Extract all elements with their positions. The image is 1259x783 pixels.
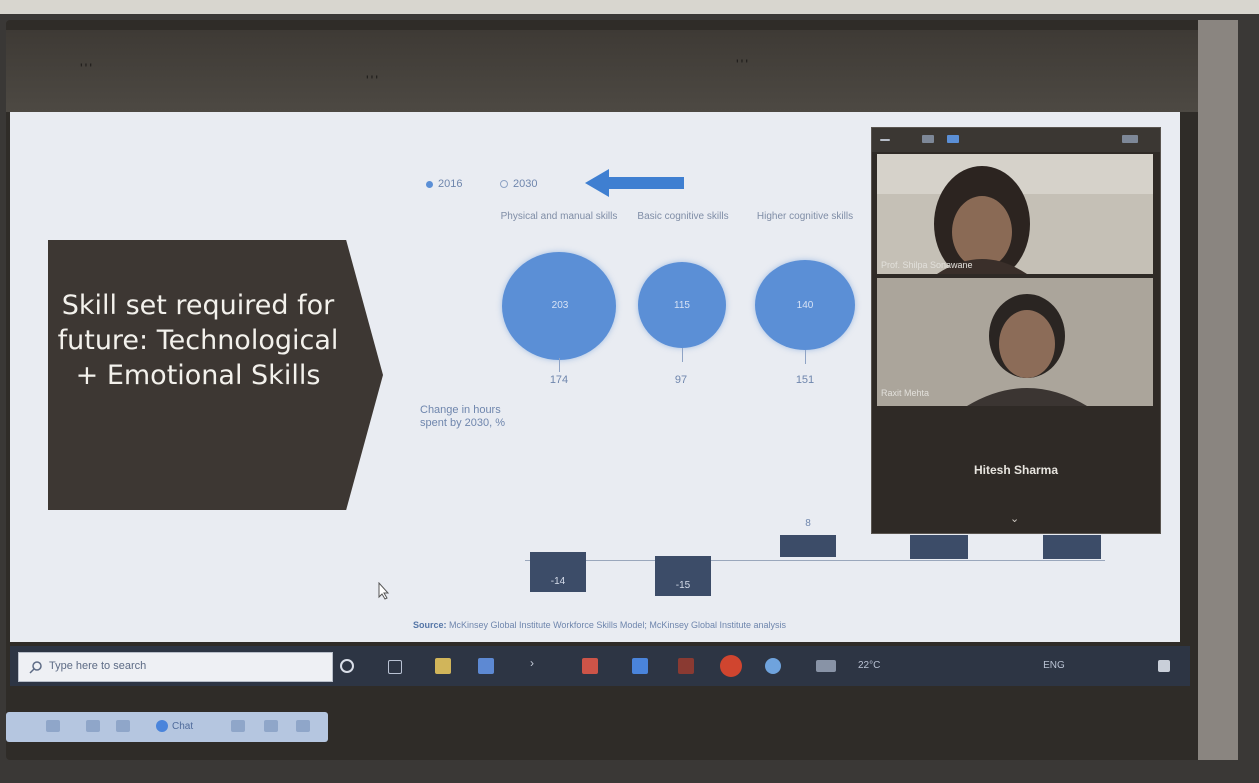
chat-label[interactable]: Chat [172,721,193,732]
chat-icon[interactable] [156,720,168,732]
legend-item-future: 2030 [500,178,537,190]
minimize-icon[interactable] [880,139,890,141]
participant-name: Raxit Mehta [881,388,930,398]
value-2030: 174 [549,374,569,386]
weather-icon[interactable] [816,660,836,672]
video-panel-toolbar [872,128,1160,152]
zoom-icon[interactable] [632,658,648,674]
participant-video [877,278,1153,406]
view-icon[interactable] [922,135,934,143]
bubble-stem [559,358,560,372]
system-tray[interactable]: 22°C ENG [858,660,1065,671]
bar-hidden [910,535,968,559]
legend-label: 2016 [438,178,463,190]
hollow-dot-icon [500,180,508,189]
windows-taskbar: Type here to search › 22°C ENG [10,646,1190,686]
zoom-control-icon[interactable] [296,720,310,732]
zoom-control-icon[interactable] [116,720,130,732]
legend-item-current: 2016 [426,178,462,190]
source-text: McKinsey Global Institute Workforce Skil… [449,620,786,630]
participant-video [877,154,1153,274]
taskbar-search[interactable]: Type here to search [18,652,333,682]
temperature: 22°C [858,660,881,671]
category-label: Higher cognitive skills [756,211,854,222]
category-label: Basic cognitive skills [637,211,729,222]
source-label: Source: [413,620,447,630]
notification-icon[interactable] [1158,660,1170,672]
value-2030: 151 [795,374,815,386]
dropbox-icon[interactable] [478,658,494,674]
bubble-stem [805,350,806,364]
participant-tile[interactable]: Prof. Shilpa Sonawane [877,154,1153,274]
zoom-control-icon[interactable] [86,720,100,732]
mouse-pointer-icon [378,582,390,600]
zoom-control-icon[interactable] [46,720,60,732]
search-icon [29,661,42,674]
change-caption: Change in hours spent by 2030, % [420,404,506,429]
filled-dot-icon [426,180,433,188]
bar-baseline [525,560,1105,561]
chevron-down-icon[interactable]: ⌄ [1010,512,1019,525]
bar-label: 8 [805,518,811,529]
app-icon[interactable]: › [530,656,546,672]
scribble-mark: ''' [80,60,95,76]
search-placeholder: Type here to search [49,660,147,672]
bar-label: -14 [550,576,566,587]
app-icon[interactable] [720,655,742,677]
app-icon[interactable] [582,658,598,674]
bubble-value: 203 [551,300,569,311]
app-icon[interactable] [678,658,694,674]
video-panel[interactable]: Prof. Shilpa Sonawane Raxit Mehta Hitesh… [871,127,1161,534]
host-name: Hitesh Sharma [973,463,1059,477]
scribble-mark: ''' [366,72,381,88]
expand-icon[interactable] [1122,135,1138,143]
file-explorer-icon[interactable] [435,658,451,674]
participant-name: Prof. Shilpa Sonawane [881,260,973,270]
bubble-value: 140 [796,300,814,311]
bubble-value: 115 [674,300,690,311]
source-note: Source: McKinsey Global Institute Workfo… [413,620,786,630]
bar-higher [780,535,836,557]
cortana-icon[interactable] [340,659,354,673]
screen-header-area: ''' ''' ''' [6,30,1198,112]
zoom-control-icon[interactable] [264,720,278,732]
gallery-view-icon[interactable] [947,135,959,143]
participant-tile[interactable]: Raxit Mehta [877,278,1153,406]
legend-label: 2030 [513,178,538,190]
zoom-meeting-bar: Chat [6,712,328,742]
photo-edge [0,0,1259,14]
scribble-mark: ''' [736,56,751,72]
left-arrow-icon [585,169,684,197]
value-2030: 97 [674,374,688,386]
zoom-control-icon[interactable] [231,720,245,732]
browser-icon[interactable] [765,658,781,674]
bar-label: -15 [675,580,691,591]
bar-hidden [1043,535,1101,559]
language: ENG [1043,660,1065,671]
category-label: Physical and manual skills [500,211,618,222]
monitor-edge [1198,20,1238,760]
bubble-stem [682,348,683,362]
slide-title: Skill set required for future: Technolog… [57,290,339,391]
task-view-icon[interactable] [388,660,402,674]
